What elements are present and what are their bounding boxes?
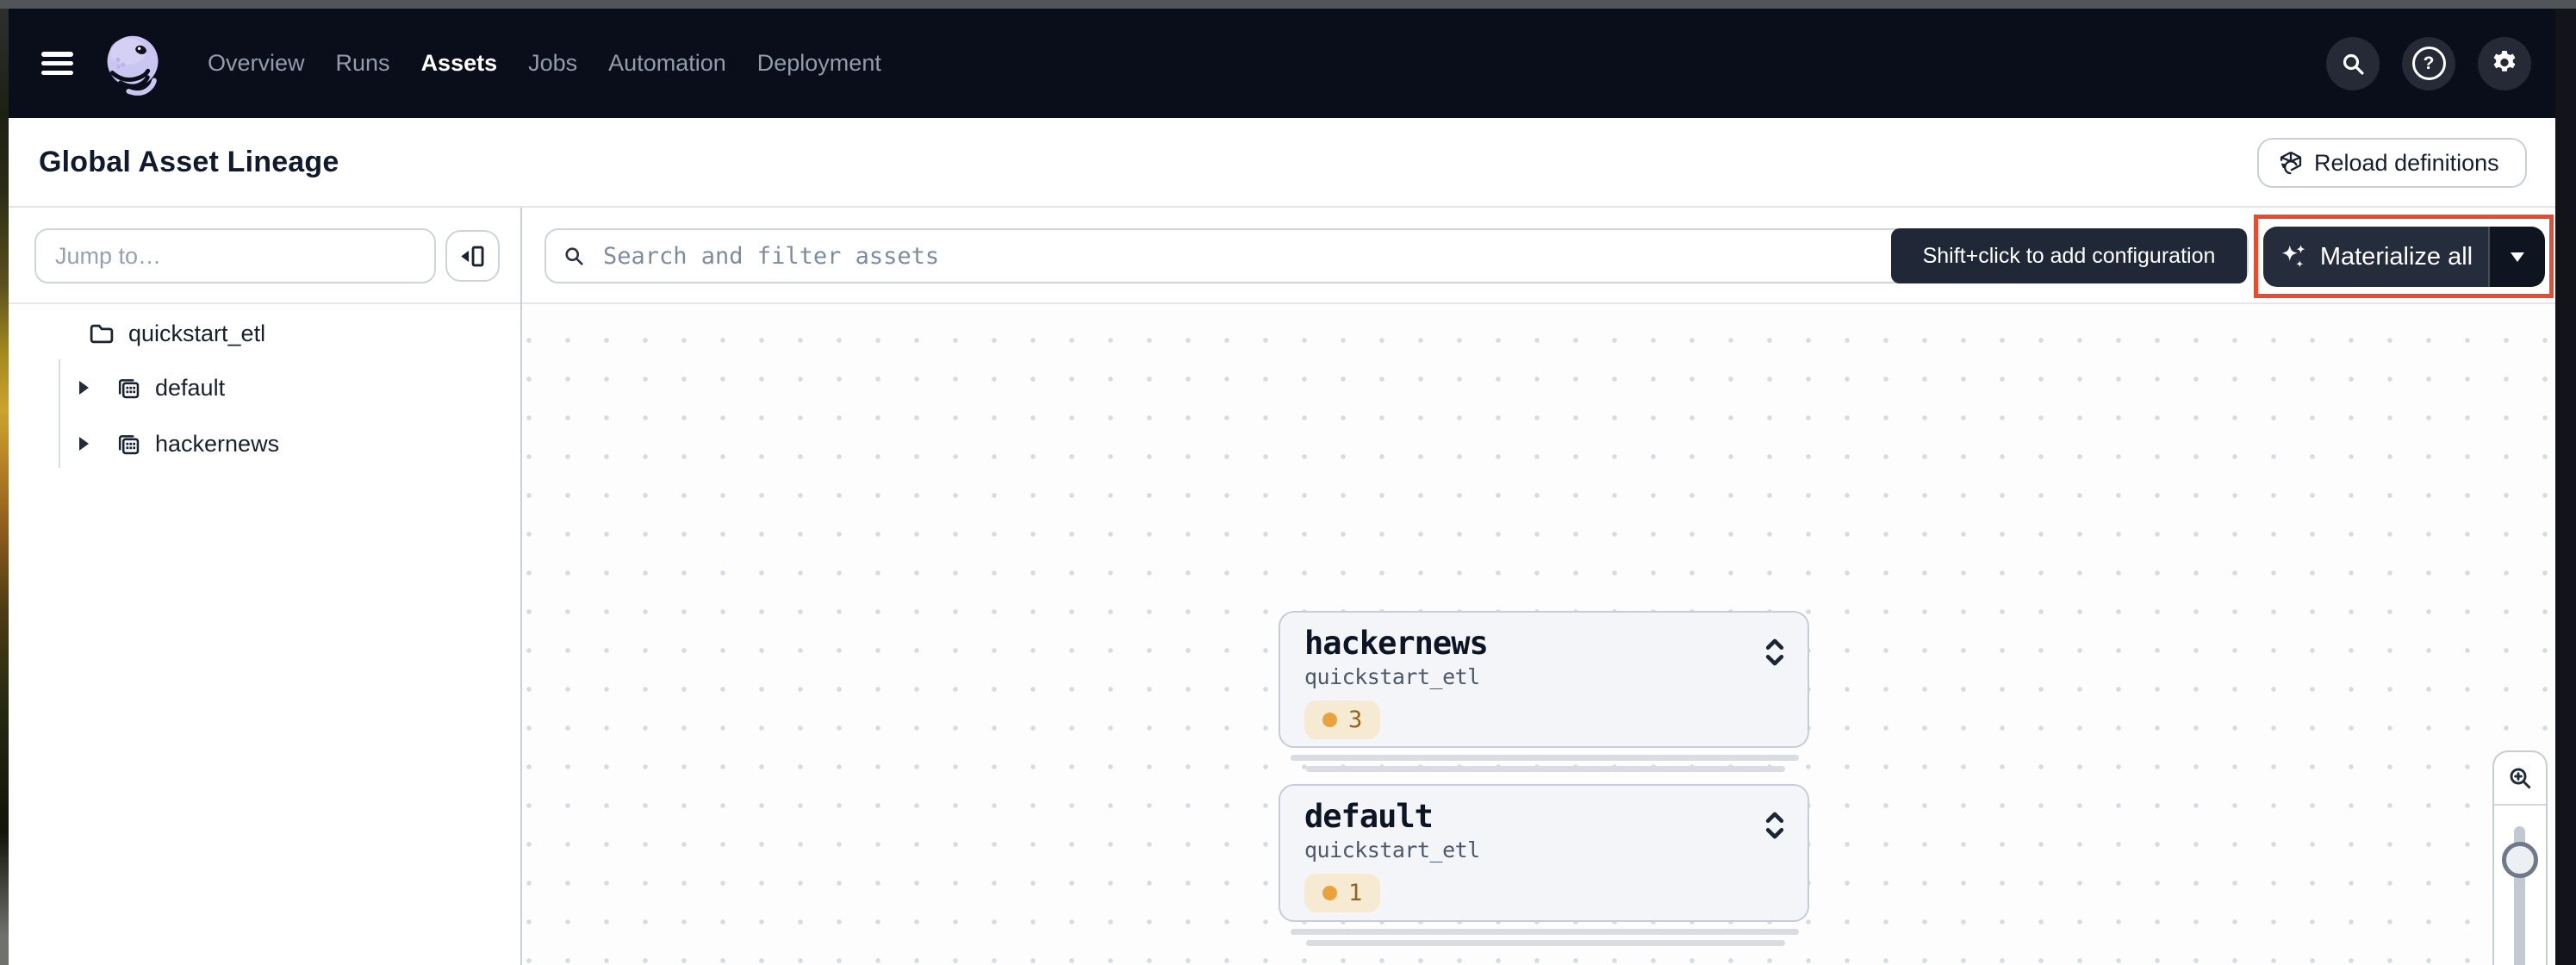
nav-item-runs[interactable]: Runs <box>336 50 390 77</box>
materialize-all-split-button: Materialize all <box>2263 227 2545 287</box>
node-title: default <box>1304 800 1785 835</box>
zoom-slider-knob[interactable] <box>2502 842 2538 878</box>
nav-item-automation[interactable]: Automation <box>608 50 726 77</box>
gear-icon <box>2489 48 2520 79</box>
asset-count: 1 <box>1348 880 1362 906</box>
tree-item-label: hackernews <box>155 431 279 458</box>
tree-item-label: default <box>155 375 225 402</box>
sparkles-icon <box>2279 242 2308 271</box>
header-divider <box>9 206 2555 208</box>
zoom-in-icon <box>2506 764 2534 792</box>
reload-definitions-label: Reload definitions <box>2314 150 2499 177</box>
stacked-node-line <box>1291 755 1799 761</box>
settings-button[interactable] <box>2478 37 2531 90</box>
status-dot-icon <box>1322 713 1337 727</box>
tree-item-default[interactable]: default <box>78 366 225 409</box>
stacked-node-line <box>1291 929 1799 935</box>
help-button[interactable]: ? <box>2402 37 2455 90</box>
zoom-panel-divider <box>2494 804 2546 806</box>
top-nav-bar: Overview Runs Assets Jobs Automation Dep… <box>9 9 2555 118</box>
expand-caret-icon[interactable] <box>78 381 90 395</box>
search-icon <box>2339 50 2367 78</box>
desktop-background-sliver <box>0 9 9 965</box>
materialize-all-button[interactable]: Materialize all <box>2263 227 2488 287</box>
materialize-all-label: Materialize all <box>2320 243 2473 271</box>
nav-item-assets[interactable]: Assets <box>421 50 498 77</box>
expand-group-icon[interactable] <box>1763 635 1787 669</box>
asset-node-default[interactable]: default quickstart_etl 1 <box>1279 784 1809 922</box>
materialize-options-button[interactable] <box>2490 227 2545 287</box>
jump-to-input[interactable] <box>34 228 436 283</box>
stacked-node-line <box>1306 766 1785 772</box>
nav-item-jobs[interactable]: Jobs <box>528 50 577 77</box>
collapse-sidebar-button[interactable] <box>445 230 500 282</box>
asset-group-icon <box>115 432 141 456</box>
search-button[interactable] <box>2326 37 2380 90</box>
asset-group-icon <box>115 376 141 400</box>
search-icon <box>562 244 586 268</box>
status-dot-icon <box>1322 886 1337 900</box>
reload-definitions-icon <box>2278 150 2304 176</box>
collapse-sidebar-icon <box>458 244 487 269</box>
node-group-label: quickstart_etl <box>1304 837 1785 862</box>
page-title: Global Asset Lineage <box>39 118 339 207</box>
asset-count-badge: 1 <box>1304 874 1380 912</box>
node-group-label: quickstart_etl <box>1304 664 1785 689</box>
chevron-down-icon <box>2511 252 2524 262</box>
expand-caret-icon[interactable] <box>78 437 90 451</box>
zoom-control-panel <box>2492 750 2548 965</box>
tree-guide-line <box>59 359 60 468</box>
folder-icon <box>89 323 115 345</box>
dagster-logo-icon[interactable] <box>101 31 166 96</box>
reload-definitions-button[interactable]: Reload definitions <box>2257 138 2527 188</box>
page-scrollbar[interactable] <box>2555 9 2576 965</box>
nav-right-actions: ? <box>2326 9 2531 118</box>
asset-node-hackernews[interactable]: hackernews quickstart_etl 3 <box>1279 611 1809 748</box>
materialize-tooltip: Shift+click to add configuration <box>1891 228 2247 283</box>
tree-item-hackernews[interactable]: hackernews <box>78 422 279 465</box>
zoom-in-button[interactable] <box>2494 752 2546 804</box>
help-icon: ? <box>2412 47 2446 80</box>
node-title: hackernews <box>1304 626 1785 662</box>
asset-count: 3 <box>1348 707 1362 733</box>
expand-group-icon[interactable] <box>1763 808 1787 843</box>
nav-item-overview[interactable]: Overview <box>208 50 305 77</box>
nav-menu: Overview Runs Assets Jobs Automation Dep… <box>208 50 881 77</box>
hamburger-menu-icon[interactable] <box>41 52 73 75</box>
stacked-node-line <box>1306 940 1785 946</box>
nav-item-deployment[interactable]: Deployment <box>757 50 881 77</box>
tree-item-quickstart-etl[interactable]: quickstart_etl <box>89 312 265 355</box>
tree-item-label: quickstart_etl <box>128 321 265 347</box>
asset-count-badge: 3 <box>1304 700 1380 739</box>
window-top-edge <box>0 0 2576 9</box>
dagster-asset-lineage-screen: Overview Runs Assets Jobs Automation Dep… <box>0 0 2576 965</box>
